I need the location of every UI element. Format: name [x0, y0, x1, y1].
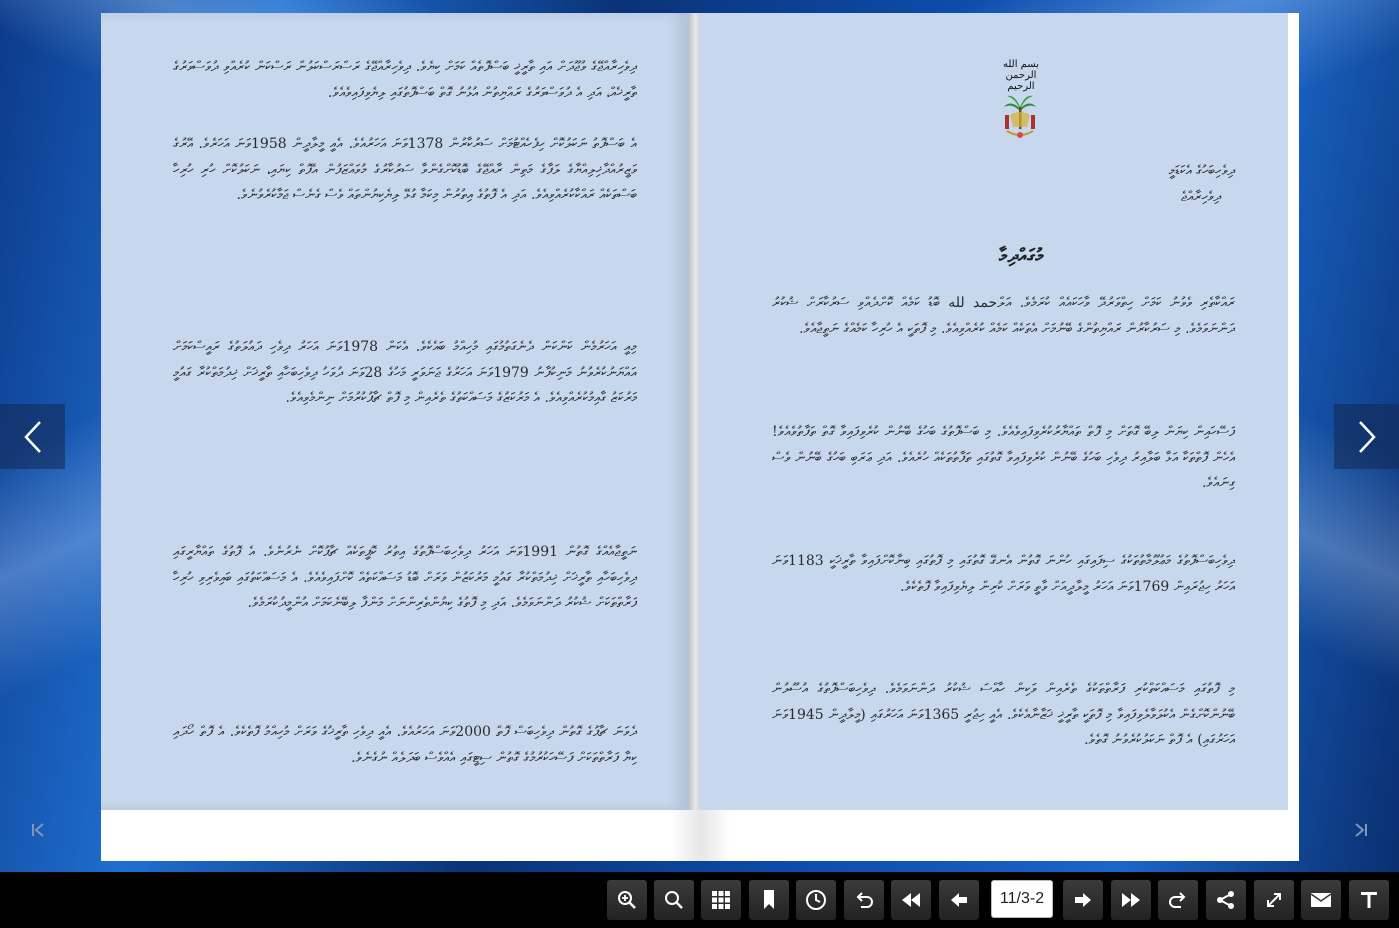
fullscreen-icon	[1267, 893, 1281, 907]
previous-page-arrow[interactable]	[0, 404, 65, 469]
share-icon	[1217, 891, 1234, 909]
left-paragraph-1: ދިވެހިރާއްޖޭގެ ވުޖޫދަށް އައި ތާރީޚީ ބަސް…	[173, 59, 637, 101]
text-button[interactable]	[1349, 880, 1389, 920]
page-edge	[1288, 13, 1299, 810]
right-paragraph-1: ރައްކާތެރި ވެވުނު ކަމަށް ހިތްވަރުދޭ ވާހަ…	[772, 295, 1235, 337]
spine-shadow	[671, 810, 731, 861]
last-page-edge-button[interactable]	[1349, 818, 1373, 842]
thumbnails-button[interactable]	[701, 880, 741, 920]
zoom-in-icon	[618, 891, 636, 909]
next-page-button[interactable]	[1063, 880, 1103, 920]
rewind-icon	[902, 893, 920, 907]
preface-title: މުގައްދިމާ	[998, 245, 1044, 267]
address-line-2: ދިވެހިރާއްޖެ	[1180, 189, 1221, 205]
chevron-right-icon	[1358, 420, 1376, 453]
fast-forward-icon	[1122, 893, 1140, 907]
undo-button[interactable]	[844, 880, 884, 920]
autoplay-button[interactable]	[796, 880, 836, 920]
last-page-icon	[1355, 823, 1367, 837]
left-page[interactable]: ދިވެހިރާއްޖޭގެ ވުޖޫދަށް އައި ތާރީޚީ ބަސް…	[101, 13, 688, 810]
bookmark-button[interactable]	[749, 880, 789, 920]
bookmark-icon	[764, 890, 774, 909]
first-page-icon	[32, 823, 44, 837]
right-paragraph-3: ދިވެހިބަސްފޮތުގެ މަޢުލޫމާތުތަކުގެ ސިފައި…	[772, 553, 1235, 595]
emblem-icon	[1004, 95, 1036, 138]
address-line-1: ދިވެހިބަހުގެ އެކަޑަމީ	[1168, 163, 1235, 179]
undo-icon	[856, 892, 873, 908]
thumbnails-icon	[712, 891, 730, 909]
next-page-arrow[interactable]	[1334, 404, 1399, 469]
arrow-right-icon	[1075, 893, 1091, 907]
zoom-out-icon	[665, 891, 683, 909]
first-page-edge-button[interactable]	[26, 818, 50, 842]
email-icon	[1310, 893, 1332, 907]
left-paragraph-5: ދެވަނަ ޗާޕުގެ ގޮތުން ދިވެހިބަސް ފޮތް 200…	[173, 724, 637, 766]
previous-page-button[interactable]	[939, 880, 979, 920]
left-paragraph-3: މިއީ އަހަރުމެން ކަންކަން ދެނެގަތުމުގައި …	[173, 339, 637, 407]
bismillah: بسم الله الرحمن الرحيم	[1002, 59, 1040, 92]
last-page-button[interactable]	[1111, 880, 1151, 920]
right-paragraph-2: ފަސޭހައިން ކިޔަން ލިބޭ ގޮތަށް މި ފޮތް ތަ…	[772, 424, 1235, 492]
flipbook: ދިވެހިރާއްޖޭގެ ވުޖޫދަށް އައި ތާރީޚީ ބަސް…	[101, 13, 1299, 861]
left-paragraph-2: އެ ބަސްފޮތު ނަކަލުކޮށް ހިފެހެއްޓުމަށް ސަ…	[173, 136, 637, 204]
book-spine	[688, 13, 700, 810]
address-block: ދިވެހިބަހުގެ އެކަޑަމީ ދިވެހިރާއްޖެ	[1101, 158, 1235, 210]
page-number-input[interactable]: 11/3-2	[991, 880, 1053, 918]
autoplay-icon	[806, 890, 826, 910]
right-paragraph-4: މި ފޮތުގައި މަސައްކަތްކުރި ފަރާތްތަކުގެ …	[772, 681, 1235, 749]
chevron-left-icon	[23, 420, 41, 453]
zoom-in-button[interactable]	[607, 880, 647, 920]
share-button[interactable]	[1206, 880, 1246, 920]
text-icon	[1361, 892, 1377, 908]
toolbar: 11/3-2	[0, 872, 1399, 928]
redo-button[interactable]	[1158, 880, 1198, 920]
email-button[interactable]	[1301, 880, 1341, 920]
redo-icon	[1169, 892, 1186, 908]
first-page-button[interactable]	[891, 880, 931, 920]
zoom-out-button[interactable]	[654, 880, 694, 920]
arrow-left-icon	[951, 893, 967, 907]
fullscreen-button[interactable]	[1254, 880, 1294, 920]
left-paragraph-4: ނަތީޖާއެއްގެ ގޮތުން 1991ވަނަ އަހަރު ދިވެ…	[173, 544, 637, 612]
